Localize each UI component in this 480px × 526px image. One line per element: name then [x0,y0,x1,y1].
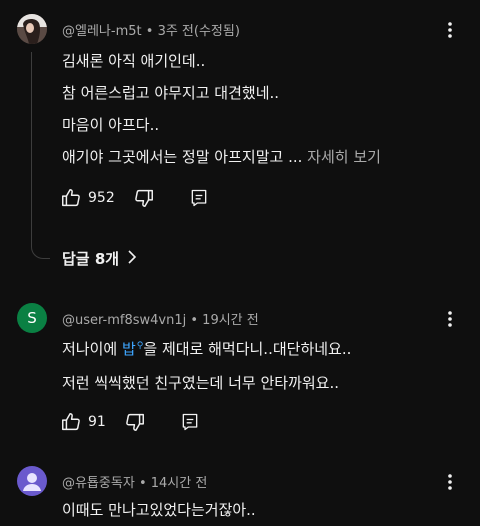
comment-line: 김새론 아직 애기인데.. [62,52,206,70]
comment-actions: 91 [60,410,200,434]
search-link[interactable]: 밥 [122,340,136,358]
avatar-letter: S [27,309,37,327]
avatar[interactable]: S [17,303,47,333]
reply-icon[interactable] [189,188,209,208]
thumb-down-icon[interactable] [124,411,146,433]
author-name[interactable]: @유툡중독자 [62,476,135,491]
comment-line: 참 어른스럽고 야무지고 대견했네.. [62,84,280,102]
comment-line: 이때도 만나고있었다는거잖아.. [62,501,256,519]
replies-button[interactable]: 답글 8개 [62,248,137,269]
comment-line: 저런 씩씩했던 친구였는데 너무 안타까워요.. [62,374,340,392]
comment-meta: @user-mf8sw4vn1j • 19시간 전 [62,309,259,328]
comment-actions: 952 [60,186,209,210]
comment-time: 14시간 전 [150,476,208,491]
more-vertical-icon[interactable] [440,309,460,329]
chevron-right-icon [127,249,137,268]
comment-text: 을 제대로 해먹다니..대단하네요.. [143,340,352,358]
like-count: 952 [88,190,115,206]
comment-time: 3주 전(수정됨) [157,24,240,39]
like-count: 91 [88,414,106,430]
show-more-link[interactable]: 자세히 보기 [307,148,381,166]
comment-line: 저나이에 밥⚲을 제대로 해먹다니..대단하네요.. [62,338,351,359]
comment-line: 마음이 아프다.. [62,116,160,134]
comment-time: 19시간 전 [202,313,259,328]
comment-meta: @유툡중독자 • 14시간 전 [62,472,207,491]
avatar[interactable] [17,14,47,44]
thumb-down-icon[interactable] [133,187,155,209]
default-person-avatar-icon [23,473,41,491]
comment-text: 저나이에 [62,340,122,358]
thread-connector [31,52,50,259]
avatar[interactable] [17,466,47,496]
meta-separator: • [145,24,154,39]
meta-separator: • [190,313,199,328]
replies-label: 답글 8개 [62,250,120,268]
comment-line: 애기야 그곳에서는 정말 아프지말고 ... [62,148,303,166]
more-vertical-icon[interactable] [440,472,460,492]
author-name[interactable]: @엘레나-m5t [62,24,142,39]
meta-separator: • [138,476,147,491]
more-vertical-icon[interactable] [440,20,460,40]
photo-avatar-icon [17,14,47,44]
author-name[interactable]: @user-mf8sw4vn1j [62,313,186,328]
thumb-up-icon[interactable] [60,411,82,433]
thumb-up-icon[interactable] [60,187,82,209]
comments-page: @엘레나-m5t • 3주 전(수정됨) 김새론 아직 애기인데.. 참 어른스… [0,0,480,526]
reply-icon[interactable] [180,412,200,432]
comment-line-last: 애기야 그곳에서는 정말 아프지말고 ... 자세히 보기 [62,146,381,167]
comment-meta: @엘레나-m5t • 3주 전(수정됨) [62,20,240,39]
